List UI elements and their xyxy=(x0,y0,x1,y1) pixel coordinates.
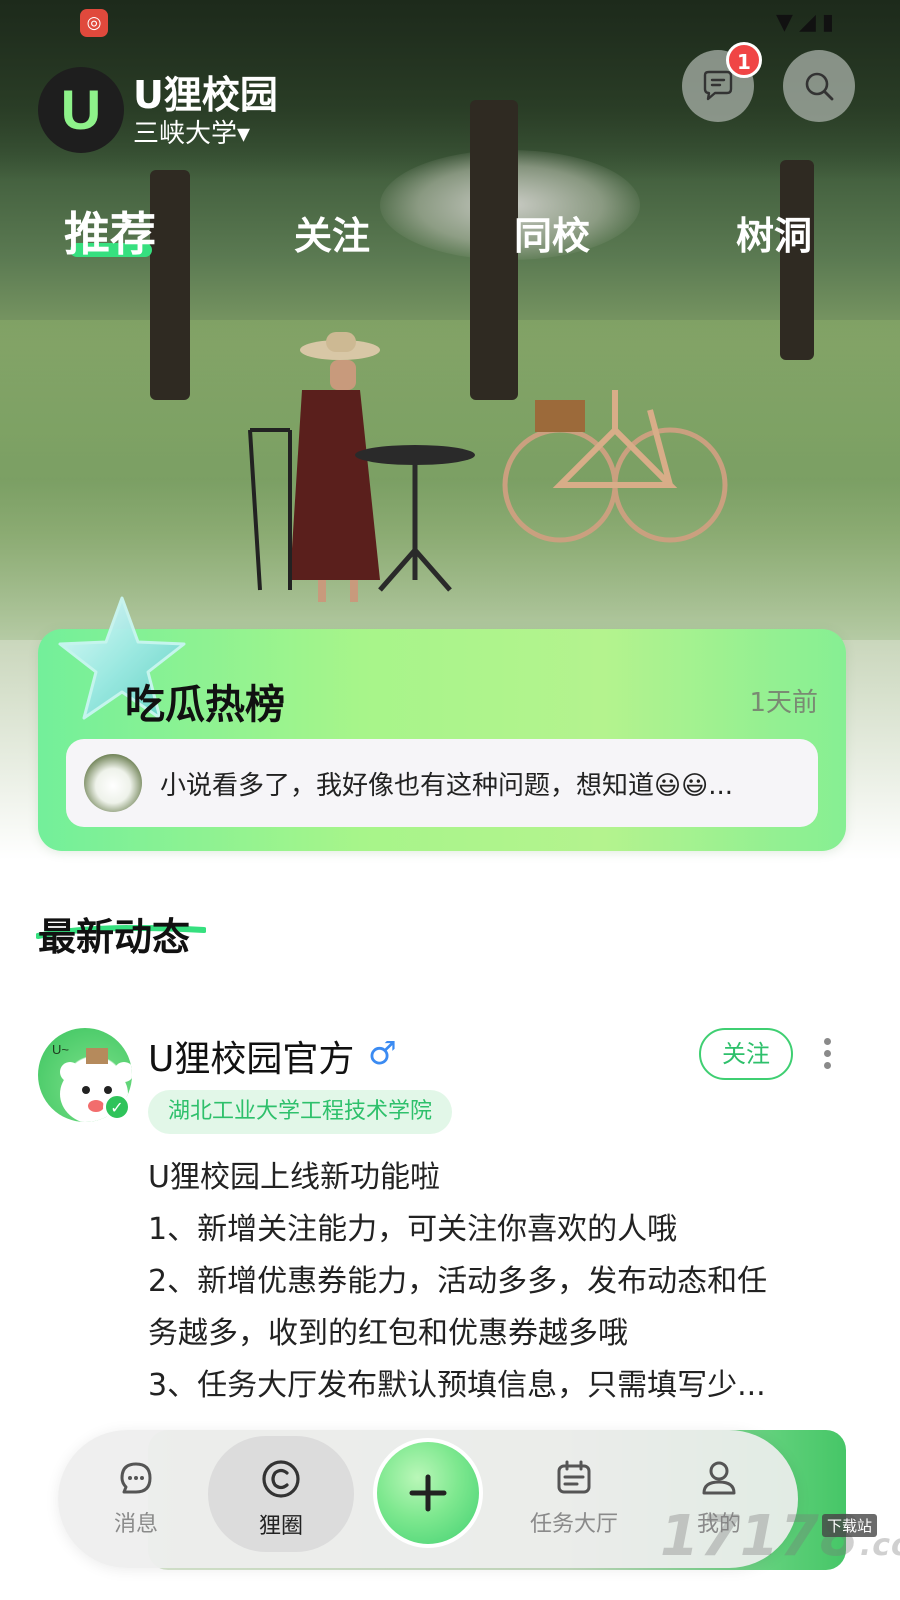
weibo-app-icon: ◎ xyxy=(80,9,108,37)
app-logo[interactable]: U xyxy=(38,67,124,153)
follow-button[interactable]: 关注 xyxy=(699,1028,793,1080)
chat-bubble-icon xyxy=(703,70,733,101)
hot-list-item[interactable]: 小说看多了，我好像也有这种问题，想知道😃😃... xyxy=(66,739,818,827)
chevron-down-icon: ▾ xyxy=(237,119,251,149)
person-icon xyxy=(702,1461,736,1495)
svg-text:U~: U~ xyxy=(52,1042,69,1057)
section-title-latest: 最新动态 xyxy=(38,915,191,959)
hot-list-title: 吃瓜热榜 xyxy=(125,682,285,728)
nav-label: 任务大厅 xyxy=(529,1512,618,1537)
school-tag: 湖北工业大学工程技术学院 xyxy=(148,1090,453,1134)
hot-list-time: 1天前 xyxy=(749,688,818,718)
plus-icon xyxy=(409,1474,447,1512)
unread-badge: 1 xyxy=(726,42,762,78)
more-options-icon[interactable] xyxy=(820,1038,834,1069)
calendar-list-icon xyxy=(557,1460,591,1494)
tab-following[interactable]: 关注 xyxy=(294,205,370,260)
watermark-tag: 下载站 xyxy=(822,1514,878,1537)
nav-label: 狸圈 xyxy=(258,1514,303,1539)
hot-item-text: 小说看多了，我好像也有这种问题，想知道😃😃... xyxy=(160,770,734,801)
school-selector[interactable]: 三峡大学▾ xyxy=(133,113,250,150)
post-line: U狸校园上线新功能啦 xyxy=(148,1160,440,1195)
avatar xyxy=(84,754,142,812)
nav-task-hall[interactable]: 任务大厅 xyxy=(519,1458,629,1538)
tab-same-school[interactable]: 同校 xyxy=(514,205,590,260)
post-line: 2、新增优惠券能力，活动多多，发布动态和任 xyxy=(148,1264,768,1299)
verified-check-icon: ✓ xyxy=(103,1093,131,1121)
nav-circle[interactable]: 狸圈 xyxy=(226,1458,336,1540)
post-author-name[interactable]: U狸校园官方 xyxy=(148,1030,354,1082)
post-line: 务越多，收到的红包和优惠券越多哦 xyxy=(148,1316,628,1351)
circle-c-icon xyxy=(262,1460,300,1498)
post-line: 3、任务大厅发布默认预填信息，只需填写少... xyxy=(148,1368,766,1403)
status-indicators: ▼◢▮ xyxy=(776,10,840,35)
tree-trunk xyxy=(780,160,814,360)
scene-illustration xyxy=(248,332,728,602)
search-button[interactable] xyxy=(783,50,855,122)
logo-letter: U xyxy=(60,78,102,141)
school-name: 三峡大学 xyxy=(133,119,238,149)
search-icon xyxy=(805,72,834,101)
nav-messages[interactable]: 消息 xyxy=(81,1458,191,1538)
post-line: 1、新增关注能力，可关注你喜欢的人哦 xyxy=(148,1212,678,1247)
post-content[interactable]: U狸校园上线新功能啦 1、新增关注能力，可关注你喜欢的人哦 2、新增优惠券能力，… xyxy=(148,1152,848,1412)
tab-tree-hole[interactable]: 树洞 xyxy=(736,205,812,260)
male-gender-icon: ♂ xyxy=(368,1034,397,1072)
app-title: U狸校园 xyxy=(133,73,278,117)
nav-label: 消息 xyxy=(113,1512,158,1537)
tree-trunk xyxy=(150,170,190,400)
create-post-button[interactable] xyxy=(373,1438,483,1548)
chat-bubble-icon xyxy=(120,1462,152,1494)
tab-recommend[interactable]: 推荐 xyxy=(64,198,156,264)
